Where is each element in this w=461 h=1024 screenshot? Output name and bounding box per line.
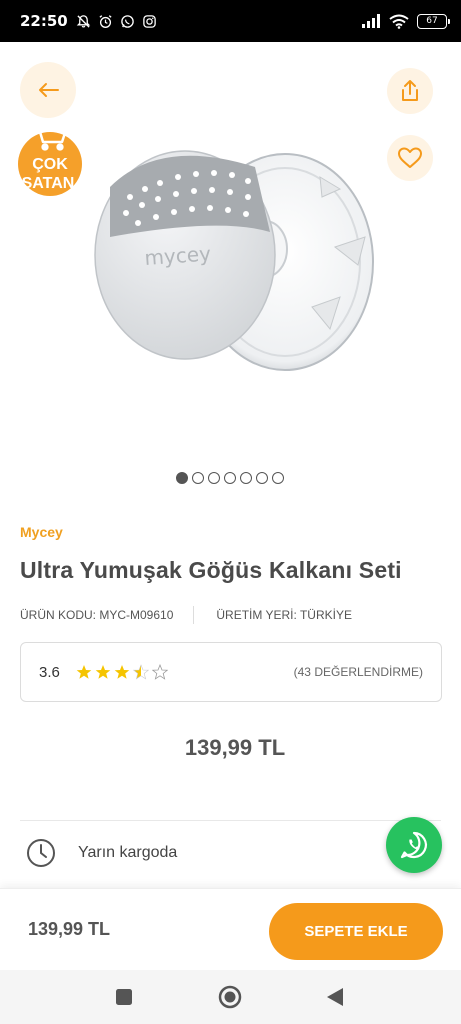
rating-score: 3.6 xyxy=(39,663,60,681)
pagination-dot[interactable] xyxy=(192,472,204,484)
status-notification-icons xyxy=(76,14,157,29)
rating-count: (43 DEĞERLENDİRME) xyxy=(293,665,423,679)
recents-button[interactable] xyxy=(104,977,144,1017)
product-meta: ÜRÜN KODU: MYC-M09610 ÜRETİM YERİ: TÜRKİ… xyxy=(20,606,352,624)
heart-icon xyxy=(398,147,422,168)
product-title: Ultra Yumuşak Göğüs Kalkanı Seti xyxy=(20,557,402,583)
badge-text-top: ÇOK xyxy=(32,156,68,173)
meta-divider xyxy=(193,606,195,624)
product-logo-text: mycey xyxy=(144,241,212,270)
badge-text-bottom: SATAN xyxy=(22,175,75,192)
best-seller-badge: ÇOK SATAN xyxy=(18,123,82,196)
square-icon xyxy=(116,989,132,1005)
instagram-icon xyxy=(142,14,156,28)
product-origin: ÜRETİM YERİ: TÜRKİYE xyxy=(216,608,352,622)
pagination-dot[interactable] xyxy=(272,472,284,484)
wifi-icon xyxy=(389,14,409,29)
signal-icon xyxy=(362,14,380,28)
section-divider xyxy=(20,820,441,821)
pagination-dot[interactable] xyxy=(208,472,220,484)
shipping-info: Yarın kargoda xyxy=(26,838,177,868)
whatsapp-icon xyxy=(400,831,427,859)
status-system-icons: 67 xyxy=(361,13,450,29)
status-time: 22:50 xyxy=(20,12,68,30)
product-code: ÜRÜN KODU: MYC-M09610 xyxy=(20,608,174,622)
system-nav-bar xyxy=(0,970,461,1024)
alarm-icon xyxy=(99,14,112,28)
star-full-icon xyxy=(114,665,130,679)
image-pagination-dots[interactable] xyxy=(176,472,284,484)
back-button[interactable] xyxy=(20,62,76,118)
star-half-icon xyxy=(132,664,149,680)
add-to-cart-button[interactable]: SEPETE EKLE xyxy=(269,903,443,960)
checkout-bar: 139,99 TL SEPETE EKLE xyxy=(0,888,461,970)
whatsapp-chat-button[interactable] xyxy=(386,817,442,873)
brand-link[interactable]: Mycey xyxy=(20,524,63,540)
clock-icon xyxy=(27,839,55,867)
pagination-dot[interactable] xyxy=(176,472,188,484)
whatsapp-status-icon xyxy=(120,14,134,28)
status-bar: 22:50 67 xyxy=(0,0,461,42)
star-full-icon xyxy=(95,665,111,679)
product-image[interactable]: mycey xyxy=(90,137,390,377)
product-price: 139,99 TL xyxy=(184,735,286,760)
pagination-dot[interactable] xyxy=(256,472,268,484)
pagination-dot[interactable] xyxy=(240,472,252,484)
star-empty-icon xyxy=(151,664,168,680)
bell-off-icon xyxy=(76,14,90,28)
triangle-back-icon xyxy=(327,988,343,1006)
pagination-dot[interactable] xyxy=(224,472,236,484)
star-full-icon xyxy=(76,665,92,679)
favorite-button[interactable] xyxy=(387,135,433,181)
home-button[interactable] xyxy=(210,977,250,1017)
product-gallery[interactable]: ÇOK SATAN mycey xyxy=(0,42,461,492)
back-nav-button[interactable] xyxy=(315,977,355,1017)
bottom-price: 139,99 TL xyxy=(28,919,111,939)
rating-stars xyxy=(76,664,168,680)
share-button[interactable] xyxy=(387,68,433,114)
battery-indicator: 67 xyxy=(417,13,450,29)
home-circle-icon xyxy=(218,985,242,1009)
shipping-text: Yarın kargoda xyxy=(78,844,178,861)
arrow-left-icon xyxy=(39,83,59,97)
share-icon xyxy=(402,80,418,101)
rating-summary[interactable]: 3.6 (43 DEĞERLENDİRME) xyxy=(20,642,442,702)
